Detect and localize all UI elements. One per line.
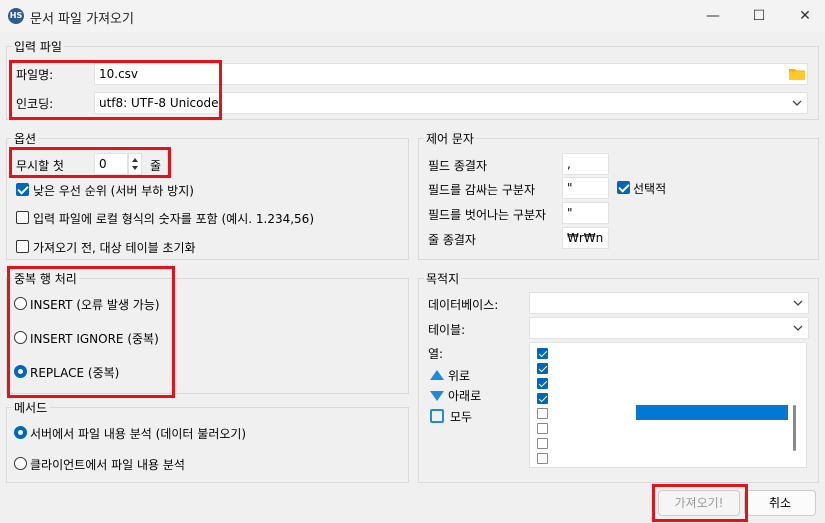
insert-ignore-label: INSERT IGNORE (중복) — [30, 332, 159, 346]
ignore-first-stepper[interactable] — [128, 153, 142, 175]
server-parse-label: 서버에서 파일 내용 분석 (데이터 불러오기) — [30, 427, 247, 441]
column-selection-highlight — [636, 405, 788, 420]
move-down-button[interactable]: 아래로 — [430, 388, 490, 404]
list-scrollbar[interactable] — [793, 405, 796, 451]
ignore-first-value: 0 — [99, 157, 107, 171]
replace-radio[interactable] — [14, 365, 27, 378]
import-button[interactable]: 가져오기! — [658, 490, 740, 516]
control-chars-group-label: 제어 문자 — [424, 130, 476, 147]
client-parse-radio[interactable] — [14, 457, 27, 470]
table-label: 테이블: — [428, 323, 466, 337]
line-terminator-label: 줄 종결자 — [428, 233, 476, 247]
encoding-select[interactable]: utf8: UTF-8 Unicode — [94, 92, 808, 114]
folder-icon[interactable] — [789, 67, 805, 80]
arrow-up-icon — [430, 370, 444, 380]
database-select[interactable] — [529, 292, 809, 314]
filename-label: 파일명: — [16, 68, 54, 82]
close-button[interactable]: ✕ — [782, 0, 825, 32]
field-escape-input[interactable]: " — [562, 202, 609, 224]
column-checkbox[interactable] — [537, 378, 548, 389]
field-terminator-label: 필드 종결자 — [428, 159, 488, 173]
method-group-label: 메서드 — [12, 399, 50, 416]
maximize-button[interactable]: ☐ — [736, 0, 782, 32]
ignore-first-label: 무시할 첫 — [16, 159, 64, 173]
duplicate-group-label: 중복 행 처리 — [12, 270, 79, 287]
field-enclosure-value: " — [567, 181, 573, 195]
insert-ignore-radio[interactable] — [14, 331, 27, 344]
ignore-first-suffix: 줄 — [150, 159, 162, 173]
select-all-label: 모두 — [450, 410, 473, 424]
title-bar: HS 문서 파일 가져오기 — ☐ ✕ — [0, 0, 825, 32]
arrow-down-icon — [430, 391, 444, 401]
optional-checkbox[interactable] — [617, 181, 630, 194]
column-checkbox[interactable] — [537, 423, 548, 434]
local-number-label: 입력 파일에 로컬 형식의 숫자를 포함 (예시. 1.234,56) — [33, 212, 314, 226]
column-checkbox[interactable] — [537, 363, 548, 374]
filename-value: 10.csv — [99, 67, 139, 81]
field-escape-label: 필드를 벗어나는 구분자 — [428, 208, 547, 222]
destination-group-label: 목적지 — [424, 270, 462, 287]
table-select[interactable] — [529, 317, 809, 339]
insert-radio[interactable] — [14, 297, 27, 310]
ignore-first-input[interactable]: 0 — [94, 153, 128, 175]
truncate-label: 가져오기 전, 대상 테이블 초기화 — [33, 241, 196, 255]
local-number-checkbox[interactable] — [16, 211, 29, 224]
replace-label: REPLACE (중복) — [30, 366, 120, 380]
app-icon: HS — [8, 8, 24, 24]
field-escape-value: " — [567, 206, 573, 220]
optional-label: 선택적 — [633, 182, 667, 196]
filename-input[interactable]: 10.csv — [94, 63, 808, 85]
select-all-button[interactable]: 모두 — [430, 409, 480, 425]
field-enclosure-input[interactable]: " — [562, 177, 609, 199]
truncate-checkbox[interactable] — [16, 240, 29, 253]
line-terminator-input[interactable]: ₩r₩n — [562, 227, 609, 249]
database-label: 데이터베이스: — [428, 298, 499, 312]
low-priority-label: 낮은 우선 순위 (서버 부하 방지) — [33, 184, 194, 198]
field-terminator-value: , — [567, 157, 571, 171]
input-file-group-label: 입력 파일 — [12, 38, 64, 55]
window-title: 문서 파일 가져오기 — [30, 12, 134, 27]
cancel-button[interactable]: 취소 — [744, 490, 816, 516]
chevron-down-icon — [793, 325, 803, 331]
encoding-value: utf8: UTF-8 Unicode — [99, 96, 219, 110]
options-group-label: 옵션 — [12, 130, 39, 147]
move-up-label: 위로 — [448, 369, 471, 383]
column-checkbox[interactable] — [537, 348, 548, 359]
column-checkbox[interactable] — [537, 408, 548, 419]
client-parse-label: 클라이언트에서 파일 내용 분석 — [30, 458, 185, 472]
line-terminator-value: ₩r₩n — [567, 231, 604, 245]
columns-label: 열: — [428, 347, 444, 361]
move-up-button[interactable]: 위로 — [430, 368, 480, 384]
column-checkbox[interactable] — [537, 438, 548, 449]
encoding-label: 인코딩: — [16, 97, 54, 111]
columns-list[interactable] — [529, 342, 807, 468]
field-terminator-input[interactable]: , — [562, 153, 609, 175]
chevron-down-icon — [792, 100, 802, 106]
spin-arrows-icon — [132, 158, 138, 170]
chevron-down-icon — [793, 300, 803, 306]
server-parse-radio[interactable] — [14, 426, 27, 439]
insert-label: INSERT (오류 발생 가능) — [30, 298, 160, 312]
move-down-label: 아래로 — [448, 389, 482, 403]
low-priority-checkbox[interactable] — [16, 183, 29, 196]
field-enclosure-label: 필드를 감싸는 구분자 — [428, 183, 535, 197]
column-checkbox[interactable] — [537, 393, 548, 404]
column-checkbox[interactable] — [537, 453, 548, 464]
select-all-icon — [430, 409, 444, 423]
minimize-button[interactable]: — — [690, 0, 736, 32]
